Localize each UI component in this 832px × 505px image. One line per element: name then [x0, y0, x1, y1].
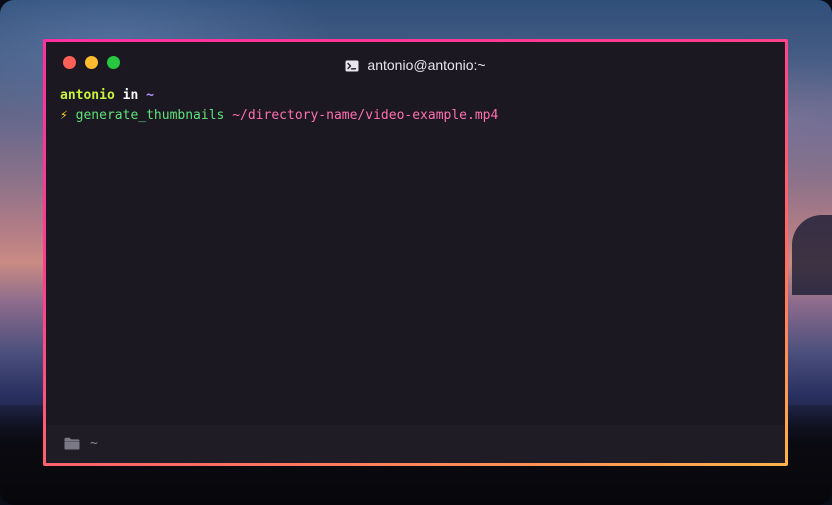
prompt-line: antonio in ~	[60, 86, 771, 106]
window-title: antonio@antonio:~	[367, 57, 486, 73]
command-argument: ~/directory-name/video-example.mp4	[232, 108, 499, 123]
terminal-icon	[345, 60, 359, 72]
prompt-cwd: ~	[146, 88, 154, 103]
prompt-in: in	[122, 88, 139, 103]
folder-icon	[64, 437, 80, 450]
title-bar[interactable]: antonio@antonio:~	[46, 42, 785, 86]
terminal-window-frame: antonio@antonio:~ antonio in ~ ⚡ generat…	[43, 39, 788, 466]
wallpaper-hill	[792, 215, 832, 295]
status-bar: ~	[46, 425, 785, 463]
prompt-user: antonio	[60, 88, 115, 103]
status-path: ~	[90, 436, 98, 451]
command-line: ⚡ generate_thumbnails ~/directory-name/v…	[60, 106, 771, 126]
window-title-container: antonio@antonio:~	[46, 56, 785, 74]
terminal-window[interactable]: antonio@antonio:~ antonio in ~ ⚡ generat…	[46, 42, 785, 463]
terminal-output[interactable]: antonio in ~ ⚡ generate_thumbnails ~/dir…	[60, 86, 771, 126]
bolt-icon: ⚡	[60, 108, 68, 123]
command-name: generate_thumbnails	[75, 108, 225, 123]
